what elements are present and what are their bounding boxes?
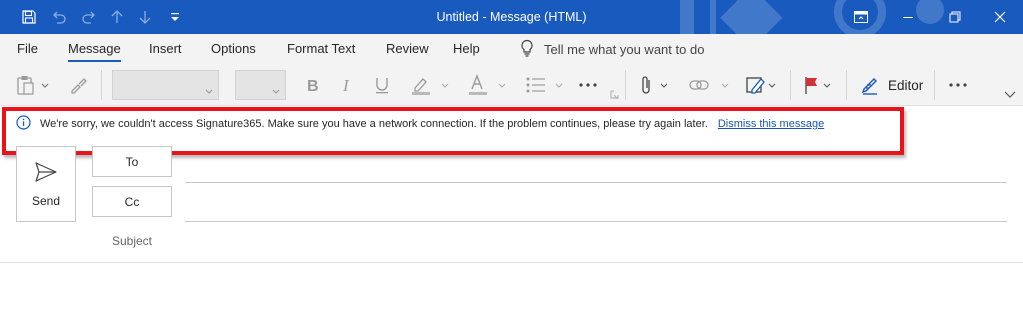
ribbon-separator <box>625 70 626 100</box>
restore-button[interactable] <box>932 0 978 34</box>
link-icon[interactable] <box>684 70 734 100</box>
send-label: Send <box>31 193 61 208</box>
chevron-down-icon <box>205 82 213 100</box>
tab-insert[interactable]: Insert <box>149 34 182 64</box>
customize-toolbar-icon[interactable] <box>160 0 190 34</box>
editor-label: Editor <box>888 77 924 93</box>
to-field[interactable] <box>185 182 1007 183</box>
ribbon-separator <box>846 70 847 100</box>
more-formatting-icon[interactable] <box>573 70 603 100</box>
minimize-button[interactable] <box>885 0 931 34</box>
ribbon-separator <box>934 70 935 100</box>
paste-button[interactable] <box>8 70 56 100</box>
ribbon: B I Editor <box>0 64 1023 106</box>
message-body[interactable] <box>0 263 1023 312</box>
ribbon-separator <box>790 70 791 100</box>
previous-item-icon[interactable] <box>102 0 132 34</box>
tab-options[interactable]: Options <box>211 34 256 64</box>
send-icon <box>34 161 58 186</box>
info-icon <box>16 115 31 133</box>
bold-icon[interactable]: B <box>298 70 326 100</box>
font-color-icon[interactable] <box>462 70 510 100</box>
redo-icon[interactable] <box>74 0 104 34</box>
tab-message[interactable]: Message <box>68 34 121 64</box>
cc-field[interactable] <box>185 221 1007 222</box>
highlight-icon[interactable] <box>405 70 453 100</box>
ribbon-display-options-icon[interactable] <box>838 0 884 34</box>
subject-label: Subject <box>111 234 153 248</box>
title-bar: Untitled - Message (HTML) <box>0 0 1023 34</box>
collapse-ribbon-icon[interactable] <box>1000 88 1020 102</box>
svg-text:I: I <box>342 77 350 93</box>
menu-bar: File Message Insert Options Format Text … <box>0 34 1023 64</box>
svg-text:B: B <box>307 78 319 93</box>
tell-me-label: Tell me what you want to do <box>544 41 705 57</box>
editor-button[interactable]: Editor <box>854 70 928 100</box>
attach-file-icon[interactable] <box>634 70 674 100</box>
format-painter-icon[interactable] <box>64 70 94 100</box>
bullets-icon[interactable] <box>520 70 566 100</box>
dismiss-message-link[interactable]: Dismiss this message <box>718 118 824 130</box>
lightbulb-icon <box>520 39 534 60</box>
send-button[interactable]: Send <box>16 146 76 222</box>
to-button[interactable]: To <box>92 146 172 177</box>
clipboard-icon <box>15 74 49 96</box>
font-name-dropdown[interactable] <box>112 70 219 100</box>
chevron-down-icon <box>272 82 280 100</box>
tab-file[interactable]: File <box>17 34 38 64</box>
tab-help[interactable]: Help <box>453 34 480 64</box>
save-icon[interactable] <box>14 0 44 34</box>
ribbon-separator <box>101 70 102 100</box>
message-bar: We're sorry, we couldn't access Signatur… <box>0 106 1023 144</box>
cc-button[interactable]: Cc <box>92 186 172 217</box>
message-bar-text: We're sorry, we couldn't access Signatur… <box>40 118 708 130</box>
dialog-launcher-icon[interactable] <box>607 88 621 100</box>
more-options-icon[interactable] <box>944 70 972 100</box>
editor-pen-icon <box>860 75 880 95</box>
tell-me-search[interactable]: Tell me what you want to do <box>520 34 704 64</box>
tab-review[interactable]: Review <box>386 34 429 64</box>
close-button[interactable] <box>977 0 1023 34</box>
undo-icon[interactable] <box>44 0 74 34</box>
follow-up-flag-icon[interactable] <box>798 70 838 100</box>
next-item-icon[interactable] <box>130 0 160 34</box>
font-size-dropdown[interactable] <box>235 70 286 100</box>
italic-icon[interactable]: I <box>333 70 361 100</box>
underline-icon[interactable] <box>368 70 396 100</box>
tab-format-text[interactable]: Format Text <box>287 34 355 64</box>
signature-icon[interactable] <box>742 70 782 100</box>
